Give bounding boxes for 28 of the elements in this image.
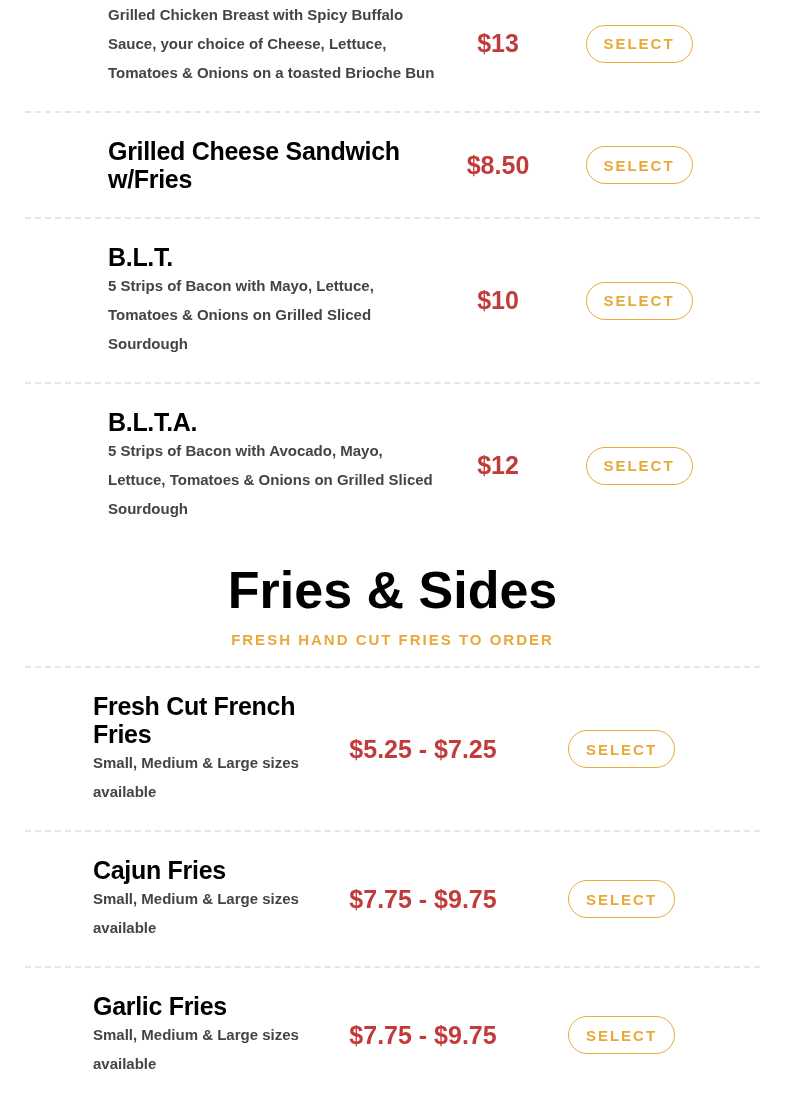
item-title: B.L.T. [108,243,174,271]
item-price: $12 [476,451,520,480]
item-description: Grilled Chicken Breast with Spicy Buffalo Sauce, your choice of Cheese, Lettuce, Tomatoes & Onions on a toasted Brioche Bun [108,5,436,83]
item-title: B.L.T.A. [108,408,199,436]
item-description: 5 Strips of Bacon with Avocado, Mayo, Lettuce, Tomatoes & Onions on Grilled Sliced Sourdough [108,441,434,519]
section-heading: Fries & Sides [227,561,558,619]
section-subheading: FRESH HAND CUT FRIES TO ORDER [231,631,554,648]
item-title: Grilled Cheese Sandwich w/Fries [108,137,401,193]
item-title: Cajun Fries [93,856,227,884]
select-button[interactable]: SELECT [585,24,693,63]
item-price: $7.75 - $9.75 [348,884,498,914]
select-button[interactable]: SELECT [585,146,693,184]
item-price: $8.50 [465,150,531,180]
item-price: $5.25 - $7.25 [348,734,498,764]
item-title: Fresh Cut French Fries [93,692,297,748]
select-button[interactable]: SELECT [585,446,693,485]
select-button[interactable]: SELECT [568,730,675,768]
item-description: Small, Medium & Large sizes available [93,889,300,938]
item-price: $13 [476,29,520,58]
select-button[interactable]: SELECT [568,880,675,918]
item-description: Small, Medium & Large sizes available [93,753,300,802]
item-description: 5 Strips of Bacon with Mayo, Lettuce, Tomatoes & Onions on Grilled Sliced Sourdough [108,276,375,354]
item-title: Garlic Fries [93,992,228,1020]
item-price: $7.75 - $9.75 [348,1020,498,1050]
item-price: $10 [476,286,520,315]
item-description: Small, Medium & Large sizes available [93,1025,300,1074]
select-button[interactable]: SELECT [585,281,693,320]
select-button[interactable]: SELECT [568,1016,675,1054]
